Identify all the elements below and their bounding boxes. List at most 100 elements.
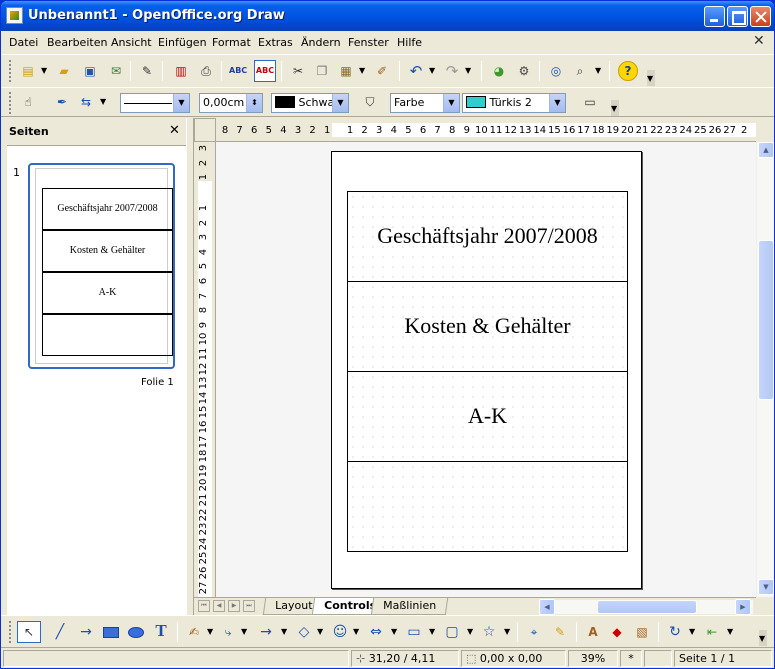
page-cell-3[interactable]: A-K <box>347 371 628 462</box>
slides-list[interactable]: 1 Geschäftsjahr 2007/2008 Kosten & Gehäl… <box>7 145 186 615</box>
alignment-icon[interactable]: ⇤ <box>703 623 721 641</box>
menu-aendern[interactable]: Ändern <box>301 36 341 49</box>
arrow-style-dropdown-icon[interactable]: ▼ <box>100 93 108 111</box>
tab-dimension-lines[interactable]: Maßlinien <box>370 598 449 615</box>
format-paintbrush-icon[interactable]: ✐ <box>373 62 391 80</box>
horizontal-ruler[interactable]: 87654321 1 2 3 4 5 6 7 8 9 10 11 12 13 14 15 16 17 18 19 20… <box>216 118 756 142</box>
menu-fenster[interactable]: Fenster <box>348 36 389 49</box>
panel-splitter[interactable] <box>186 118 194 615</box>
horizontal-scrollbar[interactable]: ◀ ▶ <box>539 599 753 615</box>
edit-file-icon[interactable]: ✎ <box>138 62 156 80</box>
menu-bearbeiten[interactable]: Bearbeiten <box>47 36 107 49</box>
minimize-button[interactable] <box>704 6 725 27</box>
chart-icon[interactable]: ◕ <box>490 62 508 80</box>
text-tool-icon[interactable]: T <box>152 622 170 640</box>
basic-shapes-icon[interactable]: ◇ <box>295 623 313 641</box>
stars-dropdown-icon[interactable]: ▼ <box>504 623 512 641</box>
toolbar-overflow-icon[interactable]: ▼ <box>647 70 655 86</box>
copy-icon[interactable]: ❐ <box>313 62 331 80</box>
drawing-page[interactable]: Geschäftsjahr 2007/2008 Kosten & Gehälte… <box>331 151 642 589</box>
vertical-scrollbar[interactable]: ▲ ▼ <box>756 142 774 597</box>
toolbar-grip[interactable] <box>9 621 12 643</box>
from-file-icon[interactable]: ◆ <box>608 623 626 641</box>
page-cell-2[interactable]: Kosten & Gehälter <box>347 281 628 372</box>
vertical-ruler[interactable]: 321 1 2 3 4 5 6 7 8 9 10 11 12 13 14 15 16 17 18 19 20 21 22 2… <box>194 142 216 597</box>
next-tab-icon[interactable]: ▶ <box>228 600 240 612</box>
open-icon[interactable]: ▰ <box>55 62 73 80</box>
menu-hilfe[interactable]: Hilfe <box>397 36 422 49</box>
spellcheck-icon[interactable]: ABC <box>229 62 247 80</box>
ruler-origin[interactable] <box>194 118 216 142</box>
save-icon[interactable]: ▣ <box>81 62 99 80</box>
area-color-select[interactable]: Türkis 2 ▼ <box>462 93 566 113</box>
fontwork-icon[interactable]: A <box>584 623 602 641</box>
line-width-spin-icon[interactable]: ⬍ <box>246 94 262 112</box>
paste-dropdown-icon[interactable]: ▼ <box>359 62 367 80</box>
scroll-down-icon[interactable]: ▼ <box>758 579 774 595</box>
area-style-select[interactable]: Farbe ▼ <box>390 93 460 113</box>
curve-dropdown-icon[interactable]: ▼ <box>207 623 215 641</box>
close-window-button[interactable] <box>750 6 771 27</box>
zoom-icon[interactable]: ⌕ <box>571 62 589 80</box>
status-zoom[interactable]: 39% <box>568 650 618 667</box>
redo-icon[interactable]: ↷ <box>443 62 461 80</box>
horizontal-scroll-thumb[interactable] <box>597 600 697 614</box>
navigator-icon[interactable]: ◎ <box>547 62 565 80</box>
undo-dropdown-icon[interactable]: ▼ <box>429 62 437 80</box>
menu-extras[interactable]: Extras <box>258 36 293 49</box>
email-icon[interactable]: ✉ <box>107 62 125 80</box>
menu-einfuegen[interactable]: Einfügen <box>158 36 207 49</box>
line-style-select[interactable]: ▼ <box>120 93 190 113</box>
arrow-line-tool-icon[interactable]: → <box>77 623 95 641</box>
area-fill-icon[interactable]: ⛉ <box>361 93 379 111</box>
select-icon[interactable]: ☝ <box>19 93 37 111</box>
lines-arrows-icon[interactable]: → <box>257 623 275 641</box>
line-tool-icon[interactable]: ╱ <box>51 623 69 641</box>
connector-tool-icon[interactable]: ⤷ <box>219 623 237 641</box>
basic-shapes-dropdown-icon[interactable]: ▼ <box>317 623 325 641</box>
close-panel-icon[interactable]: ✕ <box>169 123 180 138</box>
scroll-left-icon[interactable]: ◀ <box>539 599 555 615</box>
undo-icon[interactable]: ↶ <box>407 62 425 80</box>
lines-arrows-dropdown-icon[interactable]: ▼ <box>281 623 289 641</box>
scroll-up-icon[interactable]: ▲ <box>758 142 774 158</box>
first-tab-icon[interactable]: ⏮ <box>198 600 210 612</box>
alignment-dropdown-icon[interactable]: ▼ <box>727 623 735 641</box>
flowchart-dropdown-icon[interactable]: ▼ <box>429 623 437 641</box>
toolbar-grip[interactable] <box>9 60 12 82</box>
shadow-icon[interactable]: ▭ <box>581 93 599 111</box>
cut-icon[interactable]: ✂ <box>289 62 307 80</box>
toolbar-overflow-icon[interactable]: ▼ <box>611 100 619 116</box>
flowchart-icon[interactable]: ▭ <box>405 623 423 641</box>
line-style-icon[interactable]: ✒ <box>53 93 71 111</box>
area-color-dropdown-icon[interactable]: ▼ <box>549 94 565 112</box>
maximize-button[interactable] <box>727 6 748 27</box>
block-arrows-icon[interactable]: ⇔ <box>367 623 385 641</box>
rotate-icon[interactable]: ↻ <box>666 623 684 641</box>
glue-points-icon[interactable]: ✎ <box>551 623 569 641</box>
curve-tool-icon[interactable]: ✍ <box>185 623 203 641</box>
points-icon[interactable]: ⌖ <box>525 623 543 641</box>
select-arrow-icon[interactable]: ↖ <box>17 621 41 643</box>
line-style-dropdown-icon[interactable]: ▼ <box>173 94 189 112</box>
help-icon[interactable]: ? <box>618 61 638 81</box>
toolbar-grip[interactable] <box>9 92 12 114</box>
page-cell-4[interactable] <box>347 461 628 552</box>
last-tab-icon[interactable]: ⏭ <box>243 600 255 612</box>
auto-spellcheck-icon[interactable]: ABC <box>254 60 276 82</box>
draw-functions-icon[interactable]: ⚙ <box>515 62 533 80</box>
new-document-icon[interactable]: ▤ <box>19 62 37 80</box>
symbol-shapes-dropdown-icon[interactable]: ▼ <box>353 623 361 641</box>
gallery-icon[interactable]: ▧ <box>633 623 651 641</box>
symbol-shapes-icon[interactable]: ☺ <box>331 623 349 641</box>
line-color-select[interactable]: Schwarz ▼ <box>271 93 349 113</box>
scroll-right-icon[interactable]: ▶ <box>735 599 751 615</box>
callouts-dropdown-icon[interactable]: ▼ <box>467 623 475 641</box>
stars-icon[interactable]: ☆ <box>480 623 498 641</box>
vertical-scroll-thumb[interactable] <box>758 240 774 400</box>
export-pdf-icon[interactable]: ▥ <box>172 62 190 80</box>
paste-icon[interactable]: ▦ <box>337 62 355 80</box>
line-color-dropdown-icon[interactable]: ▼ <box>332 94 348 112</box>
print-icon[interactable]: ⎙ <box>197 62 215 80</box>
page-cell-1[interactable]: Geschäftsjahr 2007/2008 <box>347 191 628 282</box>
